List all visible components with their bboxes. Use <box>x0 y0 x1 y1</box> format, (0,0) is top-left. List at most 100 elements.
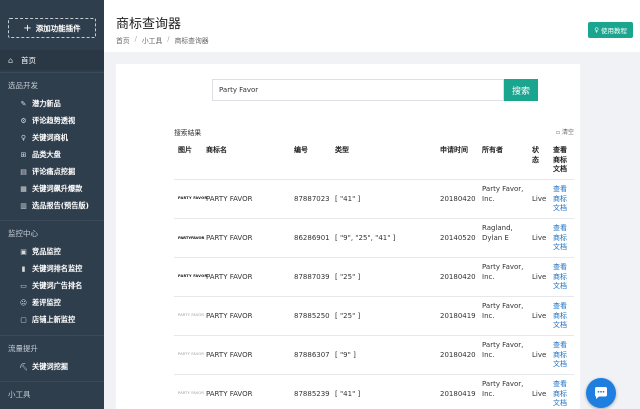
sidebar-item-keyword-rank-monitor[interactable]: ▮ 关键词排名监控 <box>0 261 104 277</box>
sidebar-item-label: 首页 <box>21 55 36 65</box>
table-row: PARTY FAVOR PARTY FAVOR 87885250 [ "25" … <box>174 297 574 336</box>
report-icon: ▥ <box>20 202 27 210</box>
breadcrumb-separator: / <box>134 35 137 43</box>
trademark-date: 20140520 <box>440 234 476 242</box>
sidebar-item-keyword-mining[interactable]: ⛏ 关键词挖掘 <box>0 359 104 375</box>
trademark-type: [ "9", "25", "41" ] <box>335 234 396 242</box>
sidebar-item-negative-review-monitor[interactable]: ☹ 差评监控 <box>0 295 104 311</box>
trademark-type: [ "9" ] <box>335 351 356 359</box>
sidebar-item-label: 关键词广告排名 <box>32 281 83 290</box>
page-title: 商标查询器 <box>116 17 182 32</box>
monitor-icon: ▣ <box>20 248 27 256</box>
sidebar-item-label: 店铺上新监控 <box>32 315 76 324</box>
view-document-link[interactable]: 查看商标文档 <box>553 341 572 370</box>
document-icon: ▤ <box>20 168 27 176</box>
sidebar-item-store-new-monitor[interactable]: ▢ 店铺上新监控 <box>0 312 104 328</box>
table-row: PARTY FAVOR PARTY FAVOR 87887023 [ "41" … <box>174 180 574 219</box>
trademark-image: PARTY FAVOR <box>178 313 205 317</box>
trademark-number: 87885250 <box>294 312 330 320</box>
results-table: 图片 商标名 编号 类型 申请时间 所有者 状态 查看商标文档 PARTY FA… <box>174 142 574 409</box>
search-card: 搜索 搜索结果 ▫ 清空 图片 商标名 编号 类型 申请时间 所有者 状态 查看… <box>116 64 580 409</box>
sidebar-item-review-pain-points[interactable]: ▤ 评论痛点挖掘 <box>0 164 104 180</box>
sidebar-item-potential-products[interactable]: ✎ 潜力新品 <box>0 96 104 112</box>
view-document-link[interactable]: 查看商标文档 <box>553 263 572 292</box>
table-header: 图片 商标名 编号 类型 申请时间 所有者 状态 查看商标文档 <box>174 142 574 180</box>
clear-button[interactable]: ▫ 清空 <box>556 127 574 136</box>
trademark-name: PARTY FAVOR <box>206 351 253 359</box>
trademark-status: Live <box>532 234 547 242</box>
trademark-date: 20180420 <box>440 273 476 281</box>
column-header-owner: 所有者 <box>482 146 503 154</box>
sidebar-divider <box>0 220 104 221</box>
trademark-date: 20180419 <box>440 390 476 398</box>
trash-icon: ▫ <box>555 129 561 136</box>
trademark-name: PARTY FAVOR <box>206 234 253 242</box>
sidebar-group-title: 监控中心 <box>8 229 38 238</box>
trademark-owner: Party Favor, Inc. <box>482 341 524 359</box>
sidebar: + 添加功能插件 ⌂ 首页 选品开发 ✎ 潜力新品 ⚙ 评论趋势透视 ♀ 关键词商机 … <box>0 0 104 409</box>
add-plugin-button[interactable]: + 添加功能插件 <box>8 18 96 38</box>
sidebar-item-competitor-monitor[interactable]: ▣ 竞品监控 <box>0 244 104 260</box>
sidebar-item-keyword-opportunity[interactable]: ♀ 关键词商机 <box>0 130 104 146</box>
sidebar-item-review-trends[interactable]: ⚙ 评论趋势透视 <box>0 113 104 129</box>
sidebar-item-home[interactable]: ⌂ 首页 <box>0 50 104 70</box>
pickaxe-icon: ⛏ <box>19 363 28 371</box>
chat-button[interactable] <box>586 378 616 408</box>
trademark-status: Live <box>532 390 547 398</box>
sidebar-item-label: 关键词挖掘 <box>32 362 68 371</box>
ad-icon: ▭ <box>20 282 27 290</box>
lightbulb-icon: ♀ <box>20 134 27 142</box>
trademark-status: Live <box>532 273 547 281</box>
gear-icon: ⚙ <box>20 117 27 125</box>
table-row: PARTY FAVOR PARTY FAVOR 87886307 [ "9" ]… <box>174 336 574 375</box>
trademark-image: PARTY FAVOR <box>178 391 205 395</box>
search-input[interactable] <box>212 79 504 101</box>
breadcrumb-home[interactable]: 首页 <box>116 35 130 45</box>
plus-icon: + <box>23 22 32 34</box>
store-icon: ▢ <box>20 316 27 324</box>
trademark-name: PARTY FAVOR <box>206 390 253 398</box>
tutorial-button[interactable]: ♀ 使用教程 <box>588 22 633 38</box>
trademark-type: [ "25" ] <box>335 273 361 281</box>
view-document-link[interactable]: 查看商标文档 <box>553 302 572 331</box>
sidebar-item-label: 关键词商机 <box>32 133 68 142</box>
trademark-name: PARTY FAVOR <box>206 273 253 281</box>
sidebar-divider <box>0 335 104 336</box>
column-header-image: 图片 <box>178 146 192 154</box>
sidebar-divider <box>0 72 104 73</box>
view-document-link[interactable]: 查看商标文档 <box>553 224 572 253</box>
table-row: PARTY FAVOR PARTY FAVOR 87885239 [ "41" … <box>174 375 574 409</box>
breadcrumb-separator: / <box>167 35 170 43</box>
home-icon: ⌂ <box>8 55 14 65</box>
view-document-link[interactable]: 查看商标文档 <box>553 380 572 409</box>
breadcrumb-tools[interactable]: 小工具 <box>142 35 162 45</box>
sidebar-item-keyword-hot-products[interactable]: ▦ 关键词飙升爆款 <box>0 181 104 197</box>
trademark-number: 87886307 <box>294 351 330 359</box>
sidebar-item-label: 品类大盘 <box>32 150 61 159</box>
trademark-owner: Party Favor, Inc. <box>482 185 524 203</box>
trademark-number: 86286901 <box>294 234 330 242</box>
thumbs-down-icon: ☹ <box>19 299 28 307</box>
sidebar-item-label: 关键词排名监控 <box>32 264 83 273</box>
sidebar-group-title: 小工具 <box>8 390 31 399</box>
bar-chart-icon: ▮ <box>21 265 26 273</box>
view-document-link[interactable]: 查看商标文档 <box>553 185 572 214</box>
column-header-doc: 查看商标文档 <box>553 146 567 173</box>
column-header-date: 申请时间 <box>440 146 468 154</box>
trademark-image: PARTY FAVOR <box>178 352 205 356</box>
sidebar-item-keyword-ad-rank[interactable]: ▭ 关键词广告排名 <box>0 278 104 294</box>
trademark-owner: Party Favor, Inc. <box>482 263 524 281</box>
sidebar-group-title: 选品开发 <box>8 81 38 90</box>
trademark-number: 87887039 <box>294 273 330 281</box>
breadcrumb: 首页 / 小工具 / 商标查询器 <box>116 35 209 45</box>
column-header-status: 状态 <box>532 146 539 164</box>
thumbs-up-icon: ✎ <box>20 100 27 108</box>
sidebar-divider <box>0 381 104 382</box>
sidebar-item-category-overview[interactable]: ⊞ 品类大盘 <box>0 147 104 163</box>
sidebar-item-label: 评论趋势透视 <box>32 116 76 125</box>
search-button[interactable]: 搜索 <box>504 79 538 101</box>
trademark-date: 20180420 <box>440 351 476 359</box>
trademark-number: 87887023 <box>294 195 330 203</box>
trademark-image: PARTY FAVOR <box>178 274 208 278</box>
sidebar-item-selection-report[interactable]: ▥ 选品报告(预告版) <box>0 198 104 214</box>
